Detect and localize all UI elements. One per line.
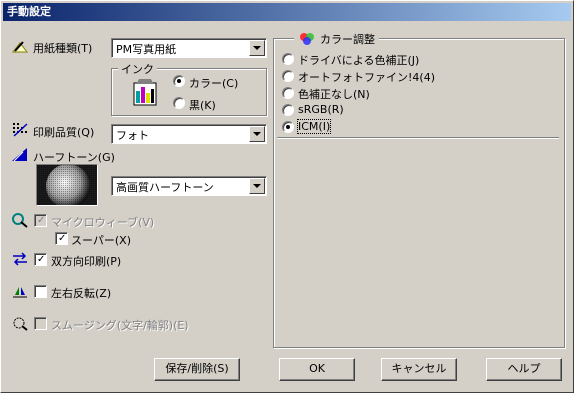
paper-icon <box>11 41 29 53</box>
super-checkbox[interactable]: ✓ <box>55 232 68 245</box>
title-bar: 手動設定 <box>3 3 571 21</box>
color-option-radio-0[interactable] <box>282 53 294 65</box>
mirror-label[interactable]: 左右反転(Z) <box>51 285 111 301</box>
ink-color-label[interactable]: カラー(C) <box>189 75 238 91</box>
halftone-icon <box>12 148 27 162</box>
ink-color-radio[interactable] <box>173 75 185 87</box>
color-option-radio-4[interactable] <box>282 121 294 133</box>
mirror-icon <box>13 287 27 298</box>
help-button[interactable]: ヘルプ <box>486 358 562 381</box>
halftone-value: 高画質ハーフトーン <box>116 181 214 194</box>
save-delete-button[interactable]: 保存/削除(S) <box>154 358 240 381</box>
paper-type-label: 用紙種類(T) <box>33 42 93 55</box>
color-adjust-divider <box>277 137 559 139</box>
color-option-radio-1[interactable] <box>282 70 294 82</box>
color-option-label-1[interactable]: オートフォトファイン!4(4) <box>298 69 435 85</box>
halftone-label: ハーフトーン(G) <box>33 151 115 164</box>
chevron-down-icon[interactable] <box>249 178 265 194</box>
color-circles-icon <box>300 33 314 45</box>
microweave-icon <box>12 213 28 228</box>
color-option-label-2[interactable]: 色補正なし(N) <box>298 86 370 102</box>
ink-black-radio[interactable] <box>173 97 185 109</box>
ink-cartridge-icon <box>133 79 157 106</box>
super-label[interactable]: スーパー(X) <box>71 232 131 248</box>
color-option-label-3[interactable]: sRGB(R) <box>298 103 344 116</box>
color-adjust-group-header: カラー調整 <box>294 31 379 47</box>
color-option-radio-3[interactable] <box>282 104 294 116</box>
manual-settings-dialog: 手動設定 用紙種類(T) PM写真用紙 インク カラー(C) 黒(K) 印刷品質… <box>0 0 574 393</box>
ink-black-label[interactable]: 黒(K) <box>189 97 216 113</box>
mirror-checkbox[interactable] <box>34 285 47 298</box>
color-option-label-4[interactable]: ICM(I) <box>296 119 332 134</box>
color-adjust-group-label: カラー調整 <box>320 33 375 46</box>
halftone-select[interactable]: 高画質ハーフトーン <box>111 176 267 196</box>
quality-icon <box>13 123 28 137</box>
color-option-label-0[interactable]: ドライバによる色補正(J) <box>298 52 419 68</box>
halftone-preview-image <box>36 164 98 206</box>
smoothing-icon <box>13 317 28 331</box>
bidirectional-label[interactable]: 双方向印刷(P) <box>51 253 121 269</box>
chevron-down-icon[interactable] <box>249 40 265 56</box>
cancel-button[interactable]: キャンセル <box>381 358 457 381</box>
bidirectional-icon <box>13 252 27 266</box>
paper-type-select[interactable]: PM写真用紙 <box>111 38 267 58</box>
paper-type-value: PM写真用紙 <box>116 43 177 56</box>
chevron-down-icon[interactable] <box>249 126 265 142</box>
color-option-radio-2[interactable] <box>282 87 294 99</box>
ok-button[interactable]: OK <box>279 358 355 381</box>
microweave-label: マイクロウィーブ(V) <box>51 216 155 229</box>
print-quality-label: 印刷品質(Q) <box>33 126 95 139</box>
bidirectional-checkbox[interactable]: ✓ <box>34 253 47 266</box>
smoothing-checkbox[interactable] <box>34 317 47 330</box>
print-quality-value: フォト <box>116 129 149 142</box>
smoothing-label: スムージング(文字/輪郭)(E) <box>51 319 189 332</box>
microweave-checkbox[interactable]: ✓ <box>34 214 47 227</box>
print-quality-select[interactable]: フォト <box>111 124 267 144</box>
ink-group-label: インク <box>118 61 157 77</box>
